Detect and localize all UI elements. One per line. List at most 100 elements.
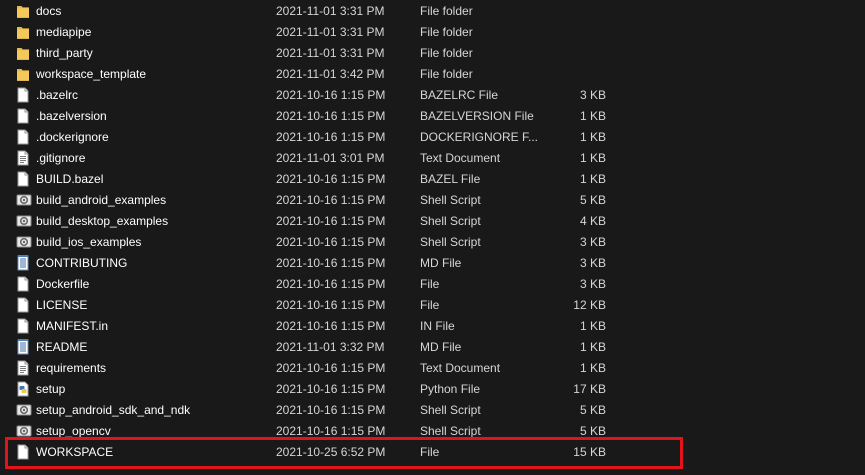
file-row[interactable]: build_android_examples 2021-10-16 1:15 PM… <box>0 190 865 211</box>
file-name: requirements <box>36 361 107 375</box>
file-row[interactable]: .gitignore 2021-11-01 3:01 PM Text Documen… <box>0 148 865 169</box>
file-size: 3 KB <box>579 256 606 270</box>
file-size: 5 KB <box>579 193 606 207</box>
file-row-highlighted[interactable]: WORKSPACE 2021-10-25 6:52 PM File 15 KB <box>0 442 865 463</box>
file-size: 17 KB <box>573 382 606 396</box>
file-date-modified: 2021-10-16 1:15 PM <box>276 193 386 207</box>
file-date-modified: 2021-10-16 1:15 PM <box>276 382 386 396</box>
file-size: 1 KB <box>579 319 606 333</box>
file-name: setup <box>36 382 66 396</box>
file-date-modified: 2021-10-16 1:15 PM <box>276 424 386 438</box>
file-icon <box>16 85 32 106</box>
file-size: 12 KB <box>573 298 606 312</box>
file-type: File folder <box>420 46 473 60</box>
file-row[interactable]: mediapipe 2021-11-01 3:31 PM File folder <box>0 22 865 43</box>
file-name: docs <box>36 4 62 18</box>
file-size: 1 KB <box>579 340 606 354</box>
file-date-modified: 2021-10-16 1:15 PM <box>276 235 386 249</box>
file-icon <box>16 106 32 127</box>
file-row[interactable]: LICENSE 2021-10-16 1:15 PM File 12 KB <box>0 295 865 316</box>
file-name: .gitignore <box>36 151 86 165</box>
folder-icon <box>16 43 32 64</box>
file-row[interactable]: .bazelrc 2021-10-16 1:15 PM BAZELRC File 3 … <box>0 85 865 106</box>
file-date-modified: 2021-10-16 1:15 PM <box>276 109 386 123</box>
file-size <box>560 22 606 43</box>
file-type: File folder <box>420 67 473 81</box>
file-icon <box>16 442 32 463</box>
shell-script-icon <box>16 400 32 421</box>
file-name: workspace_template <box>36 67 147 81</box>
file-size: 1 KB <box>579 151 606 165</box>
file-name: README <box>36 340 88 354</box>
file-icon <box>16 127 32 148</box>
file-row[interactable]: workspace_template 2021-11-01 3:42 PM File… <box>0 64 865 85</box>
text-document-icon <box>16 148 32 169</box>
file-type: MD File <box>420 340 462 354</box>
file-type: DOCKERIGNORE F... <box>420 130 539 144</box>
file-row[interactable]: setup_android_sdk_and_ndk 2021-10-16 1:15… <box>0 400 865 421</box>
file-size: 4 KB <box>579 214 606 228</box>
file-date-modified: 2021-10-16 1:15 PM <box>276 298 386 312</box>
file-size: 3 KB <box>579 88 606 102</box>
file-date-modified: 2021-10-16 1:15 PM <box>276 88 386 102</box>
python-file-icon <box>16 379 32 400</box>
shell-script-icon <box>16 211 32 232</box>
shell-script-icon <box>16 421 32 442</box>
folder-icon <box>16 64 32 85</box>
file-size: 3 KB <box>579 235 606 249</box>
file-date-modified: 2021-10-16 1:15 PM <box>276 277 386 291</box>
file-row[interactable]: BUILD.bazel 2021-10-16 1:15 PM BAZEL File 1… <box>0 169 865 190</box>
file-row[interactable]: third_party 2021-11-01 3:31 PM File folder <box>0 43 865 64</box>
file-row[interactable]: requirements 2021-10-16 1:15 PM Text Docum… <box>0 358 865 379</box>
folder-icon <box>16 1 32 22</box>
file-type: BAZEL File <box>420 172 481 186</box>
file-row[interactable]: MANIFEST.in 2021-10-16 1:15 PM IN File 1 KB <box>0 316 865 337</box>
md-file-icon <box>16 337 32 358</box>
file-name: third_party <box>36 46 93 60</box>
file-date-modified: 2021-10-16 1:15 PM <box>276 403 386 417</box>
file-list: docs 2021-11-01 3:31 PM File folder mediapi… <box>0 1 865 463</box>
file-row[interactable]: setup 2021-10-16 1:15 PM Python File 17 KB <box>0 379 865 400</box>
file-name: build_ios_examples <box>36 235 142 249</box>
file-row[interactable]: docs 2021-11-01 3:31 PM File folder <box>0 1 865 22</box>
file-type: BAZELRC File <box>420 88 499 102</box>
file-name: WORKSPACE <box>36 445 114 459</box>
file-row[interactable]: setup_opencv 2021-10-16 1:15 PM Shell Scri… <box>0 421 865 442</box>
file-type: Shell Script <box>420 403 481 417</box>
file-date-modified: 2021-10-16 1:15 PM <box>276 214 386 228</box>
file-size: 1 KB <box>579 361 606 375</box>
file-row[interactable]: CONTRIBUTING 2021-10-16 1:15 PM MD File 3 K… <box>0 253 865 274</box>
file-size: 1 KB <box>579 109 606 123</box>
file-date-modified: 2021-10-16 1:15 PM <box>276 172 386 186</box>
file-date-modified: 2021-11-01 3:31 PM <box>276 4 385 18</box>
file-name: build_desktop_examples <box>36 214 169 228</box>
file-type: File <box>420 298 440 312</box>
file-name: .dockerignore <box>36 130 109 144</box>
file-type: Shell Script <box>420 235 481 249</box>
file-name: .bazelrc <box>36 88 79 102</box>
file-row[interactable]: Dockerfile 2021-10-16 1:15 PM File 3 KB <box>0 274 865 295</box>
file-row[interactable]: README 2021-11-01 3:32 PM MD File 1 KB <box>0 337 865 358</box>
shell-script-icon <box>16 190 32 211</box>
file-date-modified: 2021-10-25 6:52 PM <box>276 445 386 459</box>
file-type: File <box>420 445 440 459</box>
file-row[interactable]: .bazelversion 2021-10-16 1:15 PM BAZELVERS… <box>0 106 865 127</box>
file-date-modified: 2021-10-16 1:15 PM <box>276 130 386 144</box>
file-name: .bazelversion <box>36 109 107 123</box>
file-name: setup_android_sdk_and_ndk <box>36 403 191 417</box>
file-size <box>560 64 606 85</box>
file-name: setup_opencv <box>36 424 111 438</box>
file-size: 3 KB <box>579 277 606 291</box>
file-row[interactable]: build_desktop_examples 2021-10-16 1:15 PM… <box>0 211 865 232</box>
file-row[interactable]: .dockerignore 2021-10-16 1:15 PM DOCKERIGN… <box>0 127 865 148</box>
file-type: Shell Script <box>420 424 481 438</box>
file-type: File folder <box>420 4 473 18</box>
file-date-modified: 2021-11-01 3:01 PM <box>276 151 385 165</box>
file-date-modified: 2021-11-01 3:42 PM <box>276 67 385 81</box>
file-row[interactable]: build_ios_examples 2021-10-16 1:15 PM Shel… <box>0 232 865 253</box>
md-file-icon <box>16 253 32 274</box>
file-type: BAZELVERSION File <box>420 109 534 123</box>
file-type: File folder <box>420 25 473 39</box>
file-name: build_android_examples <box>36 193 167 207</box>
file-type: MD File <box>420 256 462 270</box>
